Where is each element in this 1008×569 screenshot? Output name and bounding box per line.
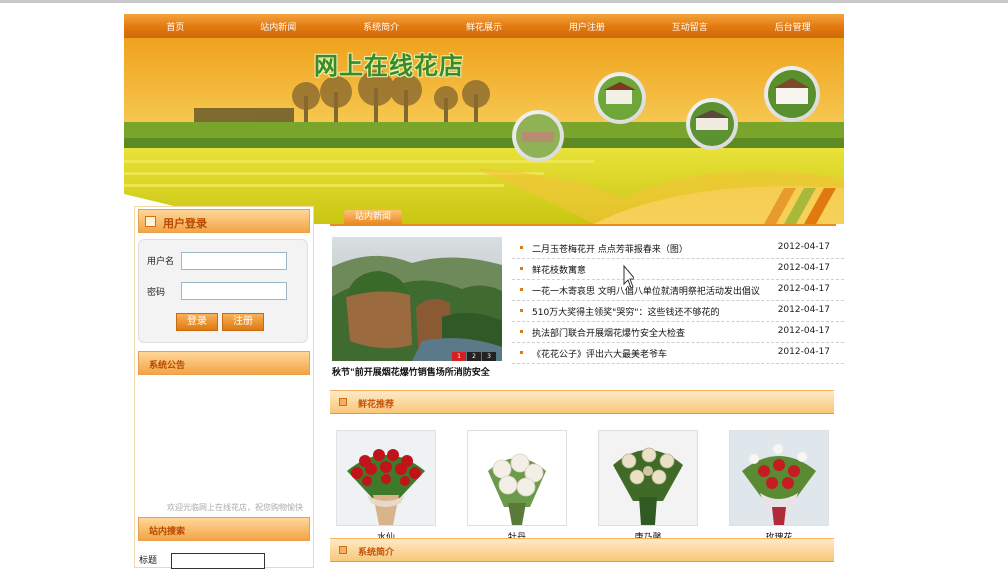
nav-register[interactable]: 用户注册: [535, 20, 638, 33]
tab-news[interactable]: 站内新闻: [344, 210, 402, 224]
product-card[interactable]: 玫瑰花: [729, 430, 829, 543]
news-title[interactable]: 鲜花枝数寓意: [532, 263, 586, 276]
bouquet-green-image: [599, 431, 697, 525]
news-date: 2012-04-17: [777, 347, 830, 357]
recommend-header: 鲜花推荐: [330, 390, 834, 414]
news-title[interactable]: 一花一木寄哀思 文明八倡八单位就清明祭祀活动发出倡议: [532, 284, 760, 297]
search-field-label: 标题: [139, 556, 158, 566]
bullet-icon: [520, 267, 523, 270]
login-form: 用户名 密码 登录 注册: [138, 239, 308, 343]
search-title-input[interactable]: [171, 553, 265, 569]
product-card[interactable]: 牡丹: [467, 430, 567, 543]
announcement-marquee-text: 欢迎光临网上在线花店，祝您购物愉快: [167, 503, 303, 512]
news-item[interactable]: 一花一木寄哀思 文明八倡八单位就清明祭祀活动发出倡议 2012-04-17: [512, 280, 844, 301]
bullet-icon: [520, 351, 523, 354]
slider-dot-1[interactable]: 1: [452, 352, 466, 361]
top-nav: 首页 站内新闻 系统简介 鲜花展示 用户注册 互动留言 后台管理: [124, 14, 844, 38]
section-icon: [339, 546, 347, 554]
bouquet-rose-image: [730, 431, 828, 525]
news-date: 2012-04-17: [777, 326, 830, 336]
nav-messages[interactable]: 互动留言: [638, 20, 741, 33]
mouse-pointer-icon: [623, 264, 634, 289]
bullet-icon: [520, 309, 523, 312]
search-title: 站内搜索: [149, 527, 186, 537]
news-date: 2012-04-17: [777, 284, 830, 294]
password-label: 密码: [147, 288, 166, 298]
news-list: 二月玉苍梅花开 点点芳菲报春来（图） 2012-04-17 鲜花枝数寓意 2012-…: [512, 238, 844, 364]
mountain-photo: [332, 237, 502, 361]
product-image[interactable]: [729, 430, 829, 526]
header-banner: 网上在线花店: [124, 38, 844, 224]
slider-pagination: 1 2 3: [452, 352, 496, 361]
login-header-icon: [145, 216, 156, 227]
news-item[interactable]: 《花花公子》评出六大最美老爷车 2012-04-17: [512, 343, 844, 364]
nav-home[interactable]: 首页: [124, 20, 227, 33]
product-card[interactable]: 康乃馨: [598, 430, 698, 543]
register-button[interactable]: 注册: [222, 313, 264, 331]
news-date: 2012-04-17: [777, 263, 830, 273]
left-sidebar: 用户登录 用户名 密码 登录 注册 系统公告 欢迎光临网上在线花店，祝您购物愉快…: [134, 206, 314, 569]
login-button[interactable]: 登录: [176, 313, 218, 331]
product-image[interactable]: [467, 430, 567, 526]
bouquet-red-image: [337, 431, 435, 525]
bouquet-white-image: [468, 431, 566, 525]
section-icon: [339, 398, 347, 406]
product-image[interactable]: [336, 430, 436, 526]
news-item[interactable]: 执法部门联合开展烟花爆竹安全大检查 2012-04-17: [512, 322, 844, 343]
bullet-icon: [520, 330, 523, 333]
news-title[interactable]: 510万大奖得主领奖"哭穷"：这些钱还不够花的: [532, 305, 719, 318]
window-top-border: [0, 0, 1008, 3]
nav-admin[interactable]: 后台管理: [741, 20, 844, 33]
password-input[interactable]: [181, 282, 287, 300]
news-date: 2012-04-17: [777, 242, 830, 252]
page-wrapper: 首页 站内新闻 系统简介 鲜花展示 用户注册 互动留言 后台管理 网上在线花店 …: [124, 14, 844, 569]
intro-title: 系统简介: [358, 548, 395, 558]
news-title[interactable]: 《花花公子》评出六大最美老爷车: [532, 347, 667, 360]
site-title: 网上在线花店: [314, 52, 464, 80]
nav-flowers[interactable]: 鲜花展示: [433, 20, 536, 33]
news-item[interactable]: 510万大奖得主领奖"哭穷"：这些钱还不够花的 2012-04-17: [512, 301, 844, 322]
username-input[interactable]: [181, 252, 287, 270]
nav-news[interactable]: 站内新闻: [227, 20, 330, 33]
recommend-title: 鲜花推荐: [358, 400, 395, 410]
intro-header: 系统简介: [330, 538, 834, 562]
news-tab-underline: [330, 224, 836, 226]
login-header: 用户登录: [138, 209, 310, 233]
slider-dot-3[interactable]: 3: [482, 352, 496, 361]
news-title[interactable]: 二月玉苍梅花开 点点芳菲报春来（图）: [532, 242, 688, 255]
nav-intro[interactable]: 系统简介: [330, 20, 433, 33]
search-header: 站内搜索: [138, 517, 310, 541]
product-image[interactable]: [598, 430, 698, 526]
news-item[interactable]: 二月玉苍梅花开 点点芳菲报春来（图） 2012-04-17: [512, 238, 844, 259]
product-grid: 水仙 牡丹: [330, 430, 836, 543]
slider-caption[interactable]: 秋节"前开展烟花爆竹销售场所消防安全: [332, 365, 502, 378]
news-date: 2012-04-17: [777, 305, 830, 315]
announcement-title: 系统公告: [149, 361, 186, 371]
announcement-header: 系统公告: [138, 351, 310, 375]
product-card[interactable]: 水仙: [336, 430, 436, 543]
news-title[interactable]: 执法部门联合开展烟花爆竹安全大检查: [532, 326, 685, 339]
news-item[interactable]: 鲜花枝数寓意 2012-04-17: [512, 259, 844, 280]
news-slider-image[interactable]: [332, 237, 502, 361]
slider-dot-2[interactable]: 2: [467, 352, 481, 361]
bullet-icon: [520, 246, 523, 249]
banner-landscape-image: [124, 38, 844, 224]
bullet-icon: [520, 288, 523, 291]
username-label: 用户名: [147, 257, 175, 267]
login-title: 用户登录: [163, 217, 207, 230]
